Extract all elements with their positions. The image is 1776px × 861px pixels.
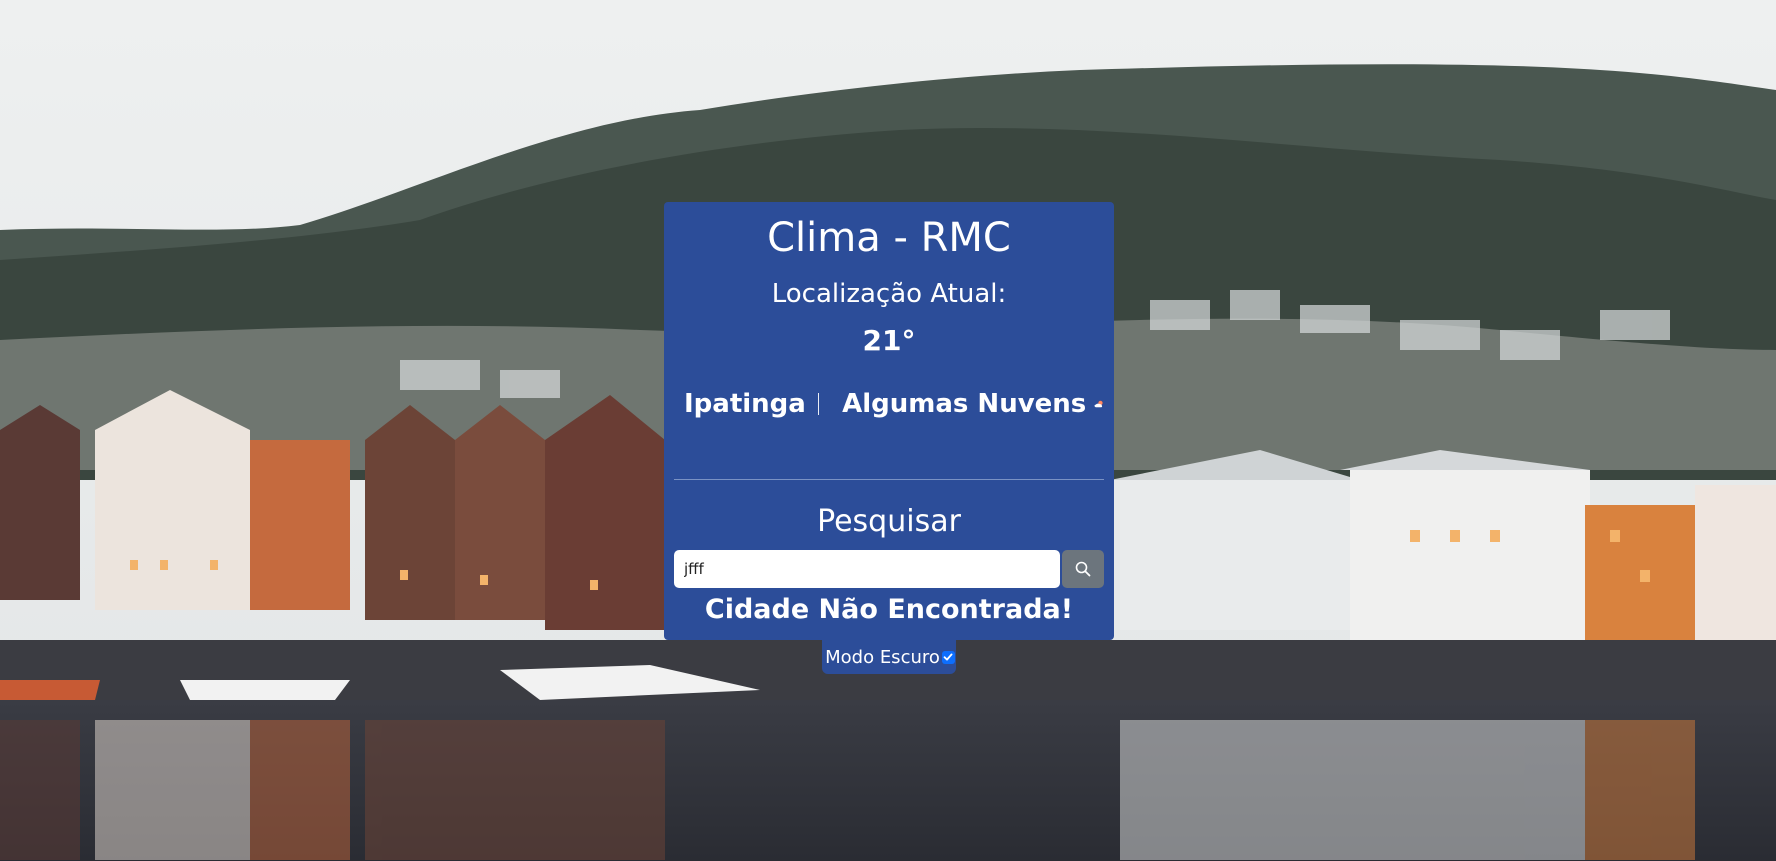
temperature-value: 21°	[862, 324, 916, 357]
section-divider	[674, 479, 1104, 480]
city-search-input[interactable]	[674, 550, 1060, 588]
error-message: Cidade Não Encontrada!	[704, 594, 1074, 625]
city-name: Ipatinga	[684, 389, 806, 419]
current-location-label: Localização Atual:	[771, 279, 1007, 309]
search-button[interactable]	[1062, 550, 1104, 588]
dark-mode-toggle[interactable]: Modo Escuro	[822, 640, 956, 674]
dark-mode-checkbox[interactable]	[941, 650, 955, 664]
dark-mode-label: Modo Escuro	[825, 646, 940, 668]
search-heading: Pesquisar	[817, 504, 961, 539]
weather-card: Clima - RMC Localização Atual: 21° Ipati…	[664, 202, 1114, 640]
app-title: Clima - RMC	[767, 215, 1011, 261]
checkmark-icon	[943, 653, 953, 661]
current-weather-row: Ipatinga Algumas Nuvens	[684, 382, 1104, 426]
weather-description: Algumas Nuvens	[842, 389, 1087, 419]
page: Clima - RMC Localização Atual: 21° Ipati…	[0, 0, 1776, 861]
partly-cloudy-icon	[1094, 400, 1103, 408]
search-icon	[1075, 561, 1091, 577]
